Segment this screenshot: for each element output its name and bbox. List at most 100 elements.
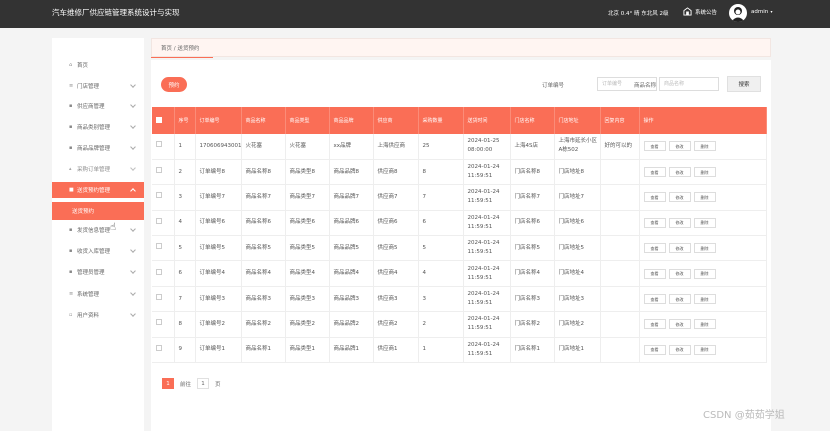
row-checkbox[interactable] [156, 319, 162, 326]
delete-button[interactable]: 删除 [693, 243, 716, 254]
table-cell: 3 [418, 286, 464, 313]
table-cell: 2024-01-24 11:59:51 [463, 337, 511, 364]
sidebar-item-profile[interactable]: ▫ 用户资料 [52, 307, 144, 323]
table-cell: 门店地址2 [554, 311, 601, 338]
view-button[interactable]: 查看 [643, 294, 666, 305]
grid-icon: ▪ [69, 103, 73, 109]
row-checkbox[interactable] [156, 243, 162, 250]
product-name-input[interactable] [659, 77, 719, 91]
row-checkbox[interactable] [156, 192, 162, 199]
table-cell: 2024-01-24 11:59:51 [463, 235, 511, 262]
column-header: 序号 [174, 107, 196, 134]
sidebar-item-system[interactable]: ≡ 系统管理 [52, 286, 144, 302]
row-actions: 查看 修改 删除 [643, 344, 766, 355]
view-button[interactable]: 查看 [643, 141, 666, 152]
sidebar-item-admins[interactable]: ▪ 管理员管理 [52, 264, 144, 280]
table-cell: 8 [174, 311, 196, 338]
edit-button[interactable]: 修改 [668, 217, 691, 228]
row-checkbox[interactable] [156, 167, 162, 174]
edit-button[interactable]: 修改 [668, 167, 691, 178]
delete-button[interactable]: 删除 [693, 344, 716, 355]
table-cell: 门店名称1 [510, 337, 555, 364]
edit-button[interactable]: 修改 [668, 319, 691, 330]
row-select-cell [152, 286, 175, 313]
table-cell: 门店地址4 [554, 260, 601, 287]
table-row: 4 订单编号6 商品名称6 商品类型6 商品品牌6 供应商6 6 2024-01-24 11:… [152, 210, 767, 237]
delete-button[interactable]: 删除 [693, 319, 716, 330]
table-cell: 上海供应商 [373, 134, 419, 160]
list-icon: ≡ [69, 83, 74, 89]
delete-button[interactable]: 删除 [693, 268, 716, 279]
goto-page-input[interactable]: 1 [197, 378, 210, 389]
view-button[interactable]: 查看 [643, 217, 666, 228]
column-header: 门店地址 [554, 107, 601, 134]
sidebar-item-label: 供应商管理 [77, 104, 105, 110]
table-cell: 1 [418, 337, 464, 364]
sidebar-item-label: 系统管理 [77, 292, 100, 298]
table-cell [600, 337, 640, 364]
edit-button[interactable]: 修改 [668, 294, 691, 305]
row-checkbox[interactable] [156, 294, 162, 301]
table-cell: 门店地址8 [554, 159, 601, 186]
person-icon: ▪ [69, 269, 73, 275]
chevron-down-icon [130, 268, 136, 274]
edit-button[interactable]: 修改 [668, 268, 691, 279]
chevron-down-icon [130, 144, 136, 150]
row-actions: 查看 修改 删除 [643, 319, 766, 330]
sidebar-subitem-delivery-appointment[interactable]: 送货预约 [52, 202, 144, 220]
hand-cursor-icon: ☝ [110, 222, 117, 233]
row-checkbox[interactable] [156, 344, 162, 351]
column-header: 商品类型 [285, 107, 330, 134]
row-actions: 查看 修改 删除 [643, 294, 766, 305]
page-current[interactable]: 1 [162, 378, 174, 389]
sidebar-item-receiving[interactable]: ▪ 收货入库管理 [52, 243, 144, 259]
table-cell: 门店名称2 [510, 311, 555, 338]
view-button[interactable]: 查看 [643, 268, 666, 279]
sidebar-item-home[interactable]: ⌂ 首页 [52, 57, 144, 73]
sidebar-item-product-brands[interactable]: ▪ 商品品牌管理 [52, 140, 144, 156]
view-button[interactable]: 查看 [643, 167, 666, 178]
row-checkbox[interactable] [156, 268, 162, 275]
row-select-cell [152, 311, 175, 338]
view-button[interactable]: 查看 [643, 192, 666, 203]
view-button[interactable]: 查看 [643, 243, 666, 254]
table-cell: 商品名称8 [241, 159, 286, 186]
edit-button[interactable]: 修改 [668, 243, 691, 254]
sidebar-item-suppliers[interactable]: ▪ 供应商管理 [52, 98, 144, 114]
delete-button[interactable]: 删除 [693, 167, 716, 178]
chevron-down-icon [130, 311, 136, 317]
search-button[interactable]: 搜索 [727, 76, 761, 92]
sidebar-item-stores[interactable]: ≡ 门店管理 [52, 78, 144, 94]
edit-button[interactable]: 修改 [668, 344, 691, 355]
row-checkbox[interactable] [156, 217, 162, 224]
edit-button[interactable]: 修改 [668, 141, 691, 152]
table-cell: 门店地址6 [554, 210, 601, 237]
sidebar-item-delivery-appointments[interactable]: ■ 送货预约管理 [52, 182, 144, 198]
table-cell: 2024-01-24 11:59:51 [463, 260, 511, 287]
edit-button[interactable]: 修改 [668, 192, 691, 203]
delete-button[interactable]: 删除 [693, 294, 716, 305]
notice-button[interactable]: 系统公告 [683, 7, 717, 16]
breadcrumb: 首页 / 送货预约 [161, 46, 200, 52]
sidebar-item-purchase-orders[interactable]: ▴ 采购订单管理 [52, 161, 144, 177]
delete-button[interactable]: 删除 [693, 192, 716, 203]
view-button[interactable]: 查看 [643, 319, 666, 330]
row-select-cell [152, 159, 175, 186]
select-all-checkbox[interactable] [156, 116, 162, 123]
view-button[interactable]: 查看 [643, 344, 666, 355]
sidebar-item-label: 门店管理 [77, 84, 100, 90]
actions-cell: 查看 修改 删除 [639, 337, 767, 364]
avatar[interactable] [729, 4, 747, 22]
row-checkbox[interactable] [156, 141, 162, 148]
actions-cell: 查看 修改 删除 [639, 184, 767, 211]
table-cell: 商品名称5 [241, 235, 286, 262]
delete-button[interactable]: 删除 [693, 141, 716, 152]
chevron-down-icon [130, 82, 136, 88]
sidebar-item-shipping[interactable]: ▪ 发货信息管理 [52, 222, 144, 238]
delete-button[interactable]: 删除 [693, 217, 716, 228]
table-cell: 供应商7 [373, 184, 419, 211]
add-appointment-button[interactable]: 预约 [161, 77, 187, 92]
table-cell: 门店地址5 [554, 235, 601, 262]
sidebar-item-product-categories[interactable]: ▪ 商品类别管理 [52, 119, 144, 135]
user-menu[interactable]: admin ▾ [751, 9, 773, 15]
